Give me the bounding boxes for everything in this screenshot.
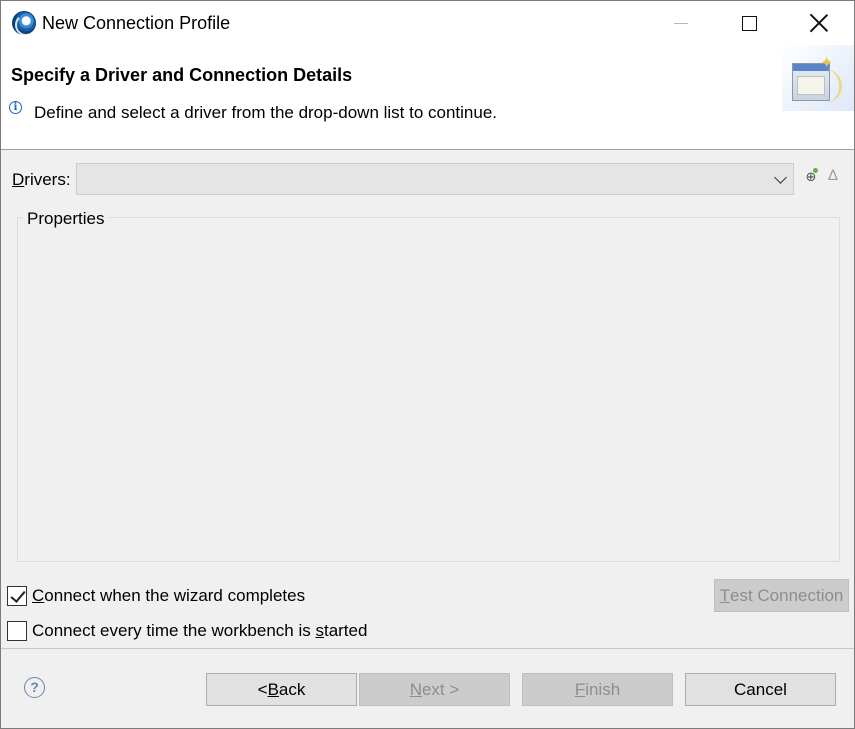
connect-on-start-label: Connect every time the workbench is star…	[32, 621, 368, 640]
wizard-banner: Specify a Driver and Connection Details …	[1, 45, 854, 150]
cancel-button[interactable]: Cancel	[685, 673, 836, 706]
edit-driver-icon[interactable]: ∆	[826, 168, 840, 184]
finish-button[interactable]: Finish	[522, 673, 673, 706]
connect-on-start-checkbox[interactable]	[7, 621, 27, 641]
info-icon: i	[9, 101, 22, 114]
connect-on-complete-option[interactable]: Connect when the wizard completes	[7, 586, 305, 606]
minimize-button[interactable]	[646, 1, 716, 45]
maximize-button[interactable]	[714, 1, 784, 45]
page-title: Specify a Driver and Connection Details	[11, 65, 353, 85]
new-connection-profile-dialog: New Connection Profile Specify a Driver …	[0, 0, 855, 729]
maximize-icon	[741, 15, 757, 31]
help-icon[interactable]: ?	[24, 677, 45, 698]
chevron-down-icon	[774, 171, 787, 184]
test-connection-button[interactable]: Test Connection	[714, 579, 849, 612]
next-button[interactable]: Next >	[359, 673, 510, 706]
title-bar: New Connection Profile	[1, 1, 854, 45]
close-button[interactable]	[784, 1, 854, 45]
connect-on-complete-checkbox[interactable]	[7, 586, 27, 606]
drivers-label: Drivers:	[12, 170, 71, 189]
sparkle-icon: ✦	[820, 55, 834, 72]
wizard-banner-image: ✦	[782, 45, 854, 111]
properties-legend: Properties	[23, 209, 109, 229]
eclipse-icon	[12, 11, 37, 36]
page-description: Define and select a driver from the drop…	[34, 103, 498, 122]
connect-on-complete-label: Connect when the wizard completes	[32, 586, 306, 605]
close-icon	[810, 14, 828, 32]
back-button[interactable]: < Back	[206, 673, 357, 706]
window-title: New Connection Profile	[42, 13, 231, 33]
new-driver-icon[interactable]: ⊕	[804, 168, 818, 184]
properties-group: Properties	[17, 209, 840, 562]
arc-graphic	[822, 69, 842, 103]
minimize-icon	[674, 22, 688, 24]
button-bar-separator	[1, 648, 854, 649]
drivers-dropdown[interactable]	[76, 163, 794, 195]
connect-on-start-option[interactable]: Connect every time the workbench is star…	[7, 621, 367, 641]
